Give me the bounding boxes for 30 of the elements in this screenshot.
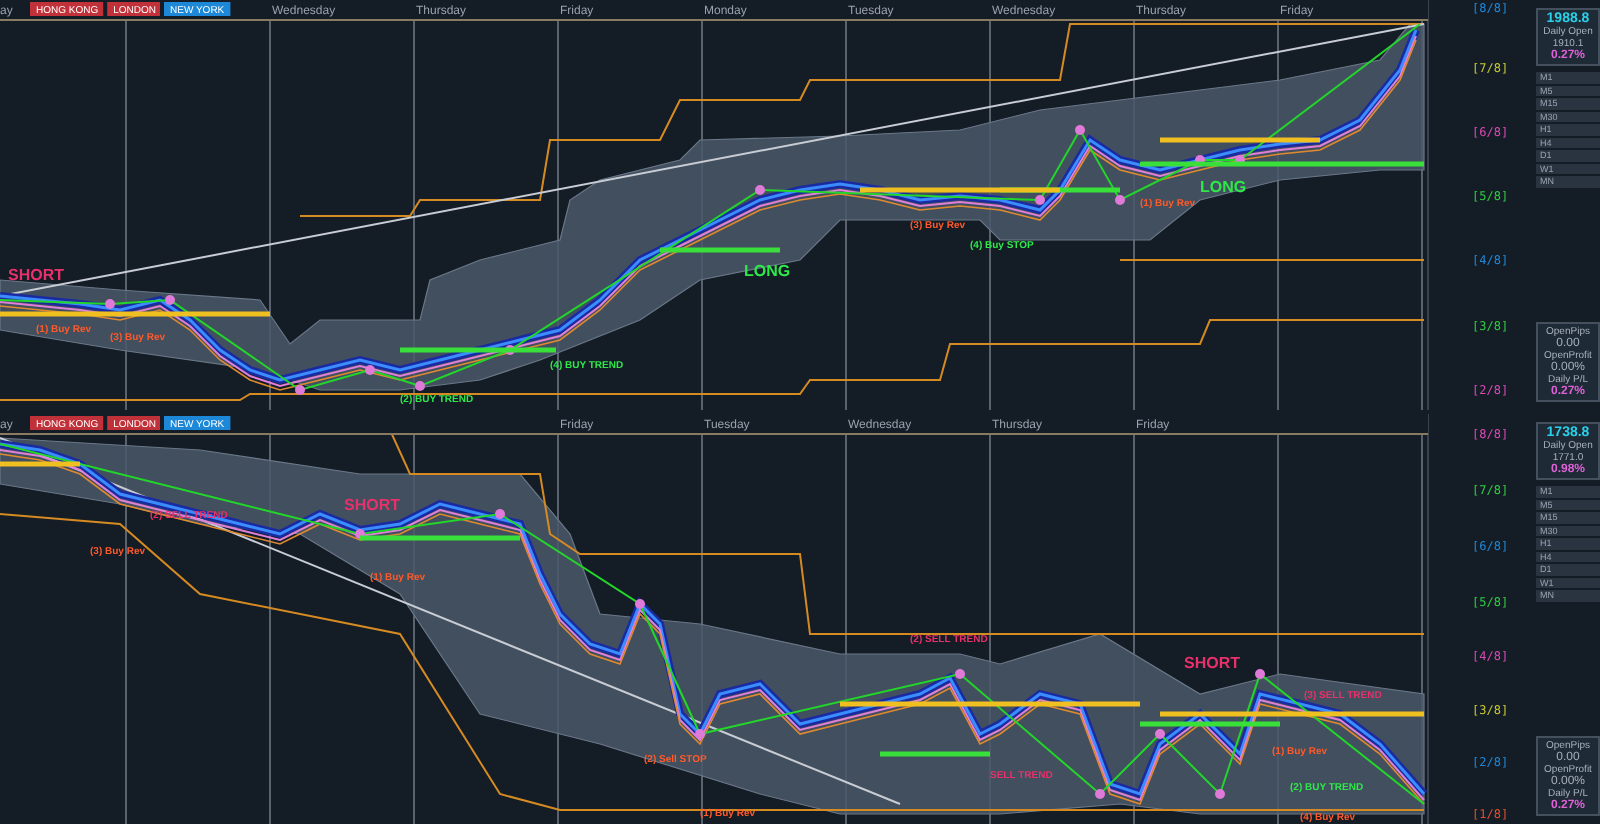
pivot-dot (1115, 195, 1125, 205)
pivot-dot (635, 599, 645, 609)
pivot-dot (1155, 729, 1165, 739)
pivot-dot (755, 185, 765, 195)
pivot-dot (1235, 155, 1245, 165)
signal-label: SHORT (8, 266, 64, 284)
pivot-dot (1195, 155, 1205, 165)
pivot-dot (165, 295, 175, 305)
pivot-dot (695, 729, 705, 739)
pivot-dot (105, 299, 115, 309)
pivot-dot (365, 365, 375, 375)
pivot-dot (1075, 125, 1085, 135)
level-line (880, 751, 990, 757)
level-line (660, 247, 780, 253)
signal-label: SHORT (344, 496, 400, 514)
signal-label: LONG (744, 262, 791, 280)
pivot-dot (505, 345, 515, 355)
pivot-dot (1095, 789, 1105, 799)
level-line (1140, 721, 1280, 727)
signal-label: LONG (1200, 178, 1247, 196)
pivot-dot (495, 509, 505, 519)
pivot-dot (1035, 195, 1045, 205)
pivot-dot (295, 385, 305, 395)
pivot-dot (355, 529, 365, 539)
pivot-dot (1215, 789, 1225, 799)
level-line (0, 461, 80, 467)
signal-label: SHORT (1184, 654, 1240, 672)
pivot-dot (415, 381, 425, 391)
pivot-dot (955, 669, 965, 679)
pivot-dot (1255, 669, 1265, 679)
